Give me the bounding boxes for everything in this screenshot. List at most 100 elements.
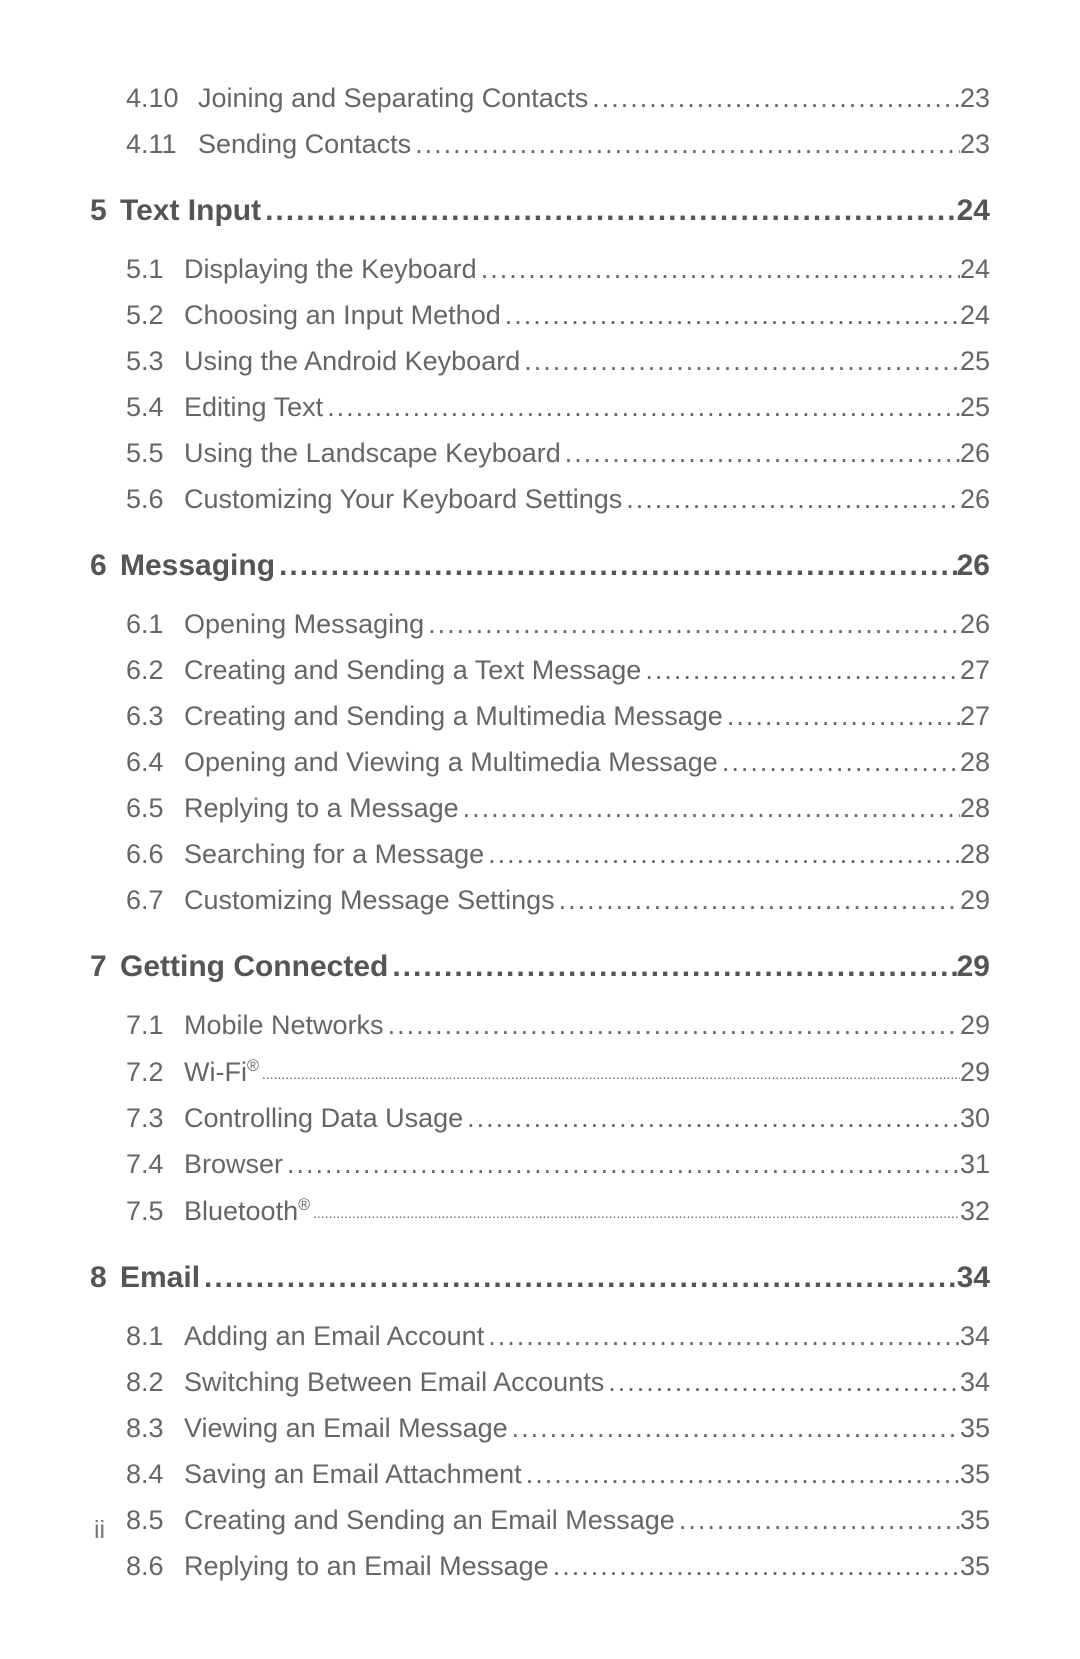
toc-sub-title: Creating and Sending a Multimedia Messag…	[184, 703, 723, 730]
toc-sub-entry: 6.5Replying to a Message................…	[90, 795, 990, 822]
toc-sub-entry: 5.1Displaying the Keyboard..............…	[90, 256, 990, 283]
toc-leader-dots: ........................................…	[718, 749, 960, 776]
toc-leader-dots: ........................................…	[484, 841, 960, 868]
toc-sub-entry: 6.2Creating and Sending a Text Message..…	[90, 657, 990, 684]
toc-sub-page: 32	[960, 1198, 990, 1225]
toc-sub-number: 5.3	[126, 348, 184, 375]
toc-sub-title: Searching for a Message	[184, 841, 484, 868]
toc-sub-entry: 8.2Switching Between Email Accounts.....…	[90, 1369, 990, 1396]
toc-sub-number: 8.1	[126, 1323, 184, 1350]
toc-sub-page: 28	[960, 795, 990, 822]
toc-chapter-number: 6	[90, 551, 120, 581]
toc-sub-number: 8.2	[126, 1369, 184, 1396]
toc-sub-title: Switching Between Email Accounts	[184, 1369, 604, 1396]
toc-sub-entry: 8.6Replying to an Email Message.........…	[90, 1553, 990, 1580]
toc-chapter-title: Text Input	[120, 196, 261, 226]
toc-leader-dots: ........................................…	[261, 196, 957, 226]
toc-sub-entry: 4.10Joining and Separating Contacts.....…	[90, 85, 990, 112]
toc-sub-number: 5.1	[126, 256, 184, 283]
toc-sub-block: 7.1Mobile Networks......................…	[90, 1012, 990, 1225]
toc-sub-title: Customizing Your Keyboard Settings	[184, 486, 622, 513]
toc-sub-number: 5.4	[126, 394, 184, 421]
toc-leader-dots: ........................................…	[283, 1151, 960, 1178]
toc-sub-entry: 5.5Using the Landscape Keyboard.........…	[90, 440, 990, 467]
toc-leader-dots: ........................................…	[384, 1012, 960, 1039]
toc-sub-entry: 6.7Customizing Message Settings.........…	[90, 887, 990, 914]
toc-leader-dots: ........................................…	[424, 611, 960, 638]
toc-leader-dots: ........................................…	[561, 440, 960, 467]
toc-sub-page: 28	[960, 749, 990, 776]
toc-sub-number: 4.11	[126, 131, 198, 158]
toc-chapter-page: 24	[957, 196, 990, 226]
toc-sub-page: 24	[960, 302, 990, 329]
toc-sub-page: 23	[960, 131, 990, 158]
toc-sub-entry: 5.2Choosing an Input Method.............…	[90, 302, 990, 329]
toc-sub-number: 4.10	[126, 85, 198, 112]
toc-sub-entry: 6.1Opening Messaging....................…	[90, 611, 990, 638]
toc-sub-number: 5.2	[126, 302, 184, 329]
toc-sub-entry: 8.3Viewing an Email Message.............…	[90, 1415, 990, 1442]
registered-mark: ®	[298, 1196, 310, 1214]
toc-sub-title: Joining and Separating Contacts	[198, 85, 588, 112]
toc-sub-page: 26	[960, 486, 990, 513]
toc-leader-dots: ........................................…	[275, 551, 957, 581]
toc-sub-number: 6.4	[126, 749, 184, 776]
toc-sub-page: 26	[960, 440, 990, 467]
toc-sub-title: Controlling Data Usage	[184, 1105, 463, 1132]
toc-leader-dots: ........................................…	[501, 302, 960, 329]
toc-chapter-title: Messaging	[120, 551, 275, 581]
toc-sub-title: Customizing Message Settings	[184, 887, 555, 914]
toc-sub-title: Creating and Sending a Text Message	[184, 657, 641, 684]
toc-sub-block: 8.1Adding an Email Account..............…	[90, 1323, 990, 1580]
toc-leader-dots: ........................................…	[520, 348, 960, 375]
toc-sub-number: 6.2	[126, 657, 184, 684]
toc-sub-block: 6.1Opening Messaging....................…	[90, 611, 990, 914]
toc-sub-page: 30	[960, 1105, 990, 1132]
toc-sub-title: Mobile Networks	[184, 1012, 384, 1039]
orphan-subs-block: 4.10Joining and Separating Contacts.....…	[90, 85, 990, 158]
toc-leader-dots: ........................................…	[463, 1105, 960, 1132]
toc-sub-entry: 6.6Searching for a Message..............…	[90, 841, 990, 868]
toc-sub-title: Replying to an Email Message	[184, 1553, 549, 1580]
toc-chapter-number: 8	[90, 1263, 120, 1293]
page-number: ii	[94, 1516, 105, 1545]
toc-leader-dots: ........................................…	[675, 1507, 960, 1534]
toc-sub-title: Bluetooth®	[184, 1197, 310, 1225]
toc-sub-number: 5.5	[126, 440, 184, 467]
toc-chapter-entry: 8Email..................................…	[90, 1263, 990, 1293]
toc-sub-page: 28	[960, 841, 990, 868]
toc-sub-title: Creating and Sending an Email Message	[184, 1507, 675, 1534]
toc-sub-entry: 8.4Saving an Email Attachment...........…	[90, 1461, 990, 1488]
toc-leader-dots: ........................................…	[508, 1415, 960, 1442]
toc-sub-number: 8.5	[126, 1507, 184, 1534]
toc-sub-page: 24	[960, 256, 990, 283]
toc-sub-number: 7.3	[126, 1105, 184, 1132]
toc-sub-title: Browser	[184, 1151, 283, 1178]
toc-sub-number: 6.7	[126, 887, 184, 914]
toc-sub-title: Using the Landscape Keyboard	[184, 440, 561, 467]
toc-sub-page: 35	[960, 1415, 990, 1442]
toc-chapter-number: 5	[90, 196, 120, 226]
toc-sub-title: Sending Contacts	[198, 131, 411, 158]
toc-leader-dots: ........................................…	[604, 1369, 960, 1396]
toc-sub-page: 35	[960, 1507, 990, 1534]
toc-leader-dots: ........................................…	[555, 887, 960, 914]
toc-sub-title: Using the Android Keyboard	[184, 348, 520, 375]
toc-leader-dots: ........................................…	[641, 657, 960, 684]
toc-sub-page: 29	[960, 1059, 990, 1086]
toc-chapter-entry: 7Getting Connected......................…	[90, 952, 990, 982]
toc-leader-dots: ........................................…	[522, 1461, 960, 1488]
toc-leader-dots: ........................................…	[310, 1206, 960, 1220]
toc-chapter-page: 26	[957, 551, 990, 581]
toc-sub-number: 7.2	[126, 1059, 184, 1086]
toc-sub-entry: 7.4Browser..............................…	[90, 1151, 990, 1178]
toc-sub-number: 5.6	[126, 486, 184, 513]
toc-sub-page: 25	[960, 348, 990, 375]
toc-sub-entry: 8.1Adding an Email Account..............…	[90, 1323, 990, 1350]
toc-sub-number: 7.4	[126, 1151, 184, 1178]
toc-sub-page: 23	[960, 85, 990, 112]
toc-leader-dots: ........................................…	[477, 256, 960, 283]
toc-leader-dots: ........................................…	[484, 1323, 960, 1350]
toc-sub-number: 6.5	[126, 795, 184, 822]
toc-leader-dots: ........................................…	[588, 85, 960, 112]
